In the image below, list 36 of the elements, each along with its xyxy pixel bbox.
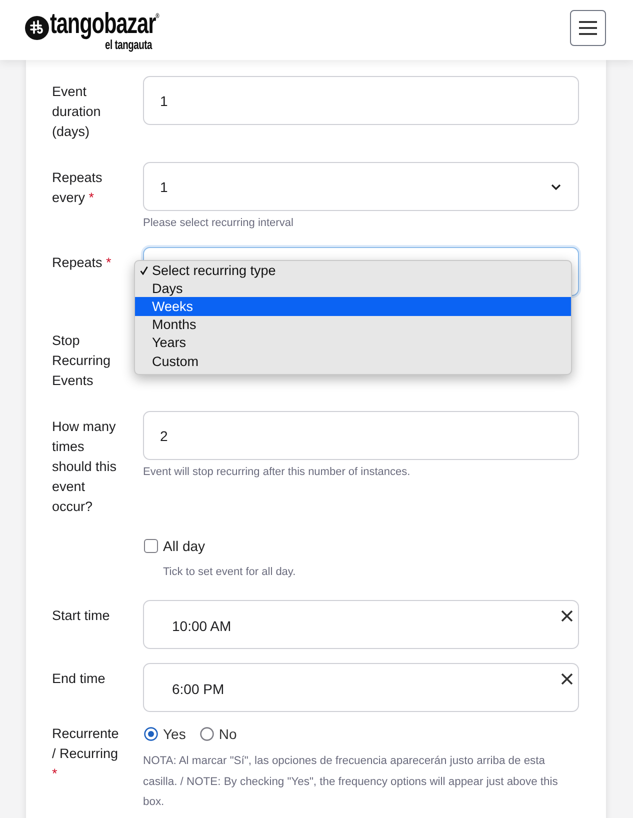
- dropdown-option[interactable]: Years: [135, 334, 571, 352]
- note-text: NOTA: Al marcar "Sí", las opciones de frecuencia aparecerán justo arriba de esta casilla. / NOTE: By checking "Yes", the frequency options will appear just above this box.: [143, 754, 559, 810]
- radio-icon[interactable]: [200, 727, 214, 741]
- chevron-down-icon: [551, 184, 561, 190]
- checkbox-icon[interactable]: [144, 539, 158, 553]
- dropdown-option[interactable]: Months: [135, 316, 571, 334]
- time-input[interactable]: 6:00 PM: [143, 663, 579, 712]
- field-label: Repeats *: [52, 254, 112, 272]
- hint-text: Tick to set event for all day.: [162, 565, 297, 580]
- select-field[interactable]: 1: [143, 162, 579, 211]
- hint-text: Please select recurring interval: [143, 216, 294, 231]
- logo-icon: [25, 16, 49, 40]
- number-input[interactable]: 1: [143, 76, 579, 125]
- field-label: Start time: [52, 607, 111, 625]
- logo-tagline: el tangauta: [105, 38, 152, 51]
- field-label: Recurrente / Recurring *: [52, 725, 120, 783]
- dropdown-option[interactable]: Custom: [135, 352, 571, 370]
- clear-icon[interactable]: [561, 673, 573, 685]
- dropdown-option[interactable]: Select recurring type: [135, 261, 571, 280]
- radio-icon[interactable]: [144, 727, 158, 741]
- field-label: How many times should this event occur?: [52, 418, 118, 516]
- radio-option[interactable]: Yes: [143, 724, 186, 744]
- field-label: Repeats every *: [52, 169, 104, 207]
- hint-text: Event will stop recurring after this number of instances.: [143, 465, 412, 480]
- clear-icon[interactable]: [561, 610, 573, 622]
- field-label: End time: [52, 670, 106, 688]
- menu-button[interactable]: [570, 10, 606, 46]
- field-label: Event duration (days): [52, 83, 102, 141]
- field-label: Stop Recurring Events: [52, 332, 112, 390]
- checkbox-option[interactable]: All day: [143, 536, 206, 556]
- dropdown-option[interactable]: Weeks: [135, 297, 571, 316]
- number-input[interactable]: 2: [143, 411, 579, 460]
- dropdown-option[interactable]: Days: [135, 279, 571, 298]
- time-input[interactable]: 10:00 AM: [143, 600, 579, 649]
- radio-option[interactable]: No: [198, 724, 237, 744]
- menu-icon: [579, 21, 597, 35]
